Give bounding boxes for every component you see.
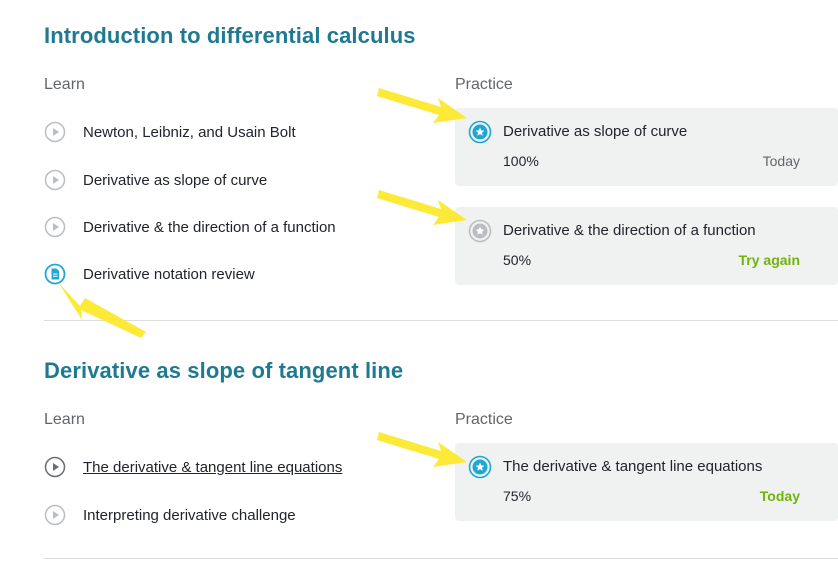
play-icon: [44, 121, 66, 143]
practice-percent: 75%: [503, 488, 532, 504]
practice-status: Today: [759, 488, 800, 504]
play-icon: [44, 169, 66, 191]
practice-status: Today: [762, 153, 800, 169]
learn-item-newton-leibniz-bolt[interactable]: Newton, Leibniz, and Usain Bolt: [44, 120, 296, 144]
learn-item-derivative-slope-curve[interactable]: Derivative as slope of curve: [44, 168, 267, 192]
try-again-link[interactable]: Try again: [739, 252, 800, 268]
practice-percent: 100%: [503, 153, 539, 169]
learn-item-label: Derivative & the direction of a function: [83, 218, 336, 236]
section-divider: [44, 558, 838, 559]
annotation-arrow-icon: [58, 282, 146, 338]
learn-item-derivative-direction[interactable]: Derivative & the direction of a function: [44, 215, 336, 239]
annotation-arrow-icon: [377, 190, 467, 225]
section-divider: [44, 320, 838, 321]
learn-item-interpreting-challenge[interactable]: Interpreting derivative challenge: [44, 503, 296, 527]
practice-card-derivative-slope-curve[interactable]: Derivative as slope of curve 100% Today: [455, 108, 838, 186]
practice-percent: 50%: [503, 252, 532, 268]
annotation-arrow-icon: [377, 432, 467, 467]
learn-item-label: Newton, Leibniz, and Usain Bolt: [83, 123, 296, 141]
section-title: Introduction to differential calculus: [44, 23, 416, 48]
learn-item-derivative-tangent-equations[interactable]: The derivative & tangent line equations: [44, 455, 342, 479]
learn-item-label: Interpreting derivative challenge: [83, 506, 296, 524]
learn-item-label: Derivative as slope of curve: [83, 171, 268, 189]
learn-column-header: Learn: [44, 411, 85, 428]
play-icon: [44, 456, 66, 478]
learn-column-header: Learn: [44, 76, 85, 93]
section-intro-differential-calculus: Introduction to differential calculus Le…: [44, 22, 838, 285]
section-title: Derivative as slope of tangent line: [44, 358, 404, 383]
learn-item-link[interactable]: The derivative & tangent line equations: [83, 459, 342, 476]
section-derivative-slope-tangent: Derivative as slope of tangent line Lear…: [44, 357, 838, 526]
practice-card-derivative-direction[interactable]: Derivative & the direction of a function…: [455, 207, 838, 285]
play-icon: [44, 504, 66, 526]
practice-title: Derivative as slope of curve: [503, 123, 688, 140]
practice-card-derivative-tangent-equations[interactable]: The derivative & tangent line equations …: [455, 443, 838, 521]
play-icon: [44, 216, 66, 238]
annotation-arrow-icon: [377, 88, 467, 123]
practice-title: The derivative & tangent line equations: [503, 458, 763, 475]
practice-title: Derivative & the direction of a function: [503, 222, 756, 239]
